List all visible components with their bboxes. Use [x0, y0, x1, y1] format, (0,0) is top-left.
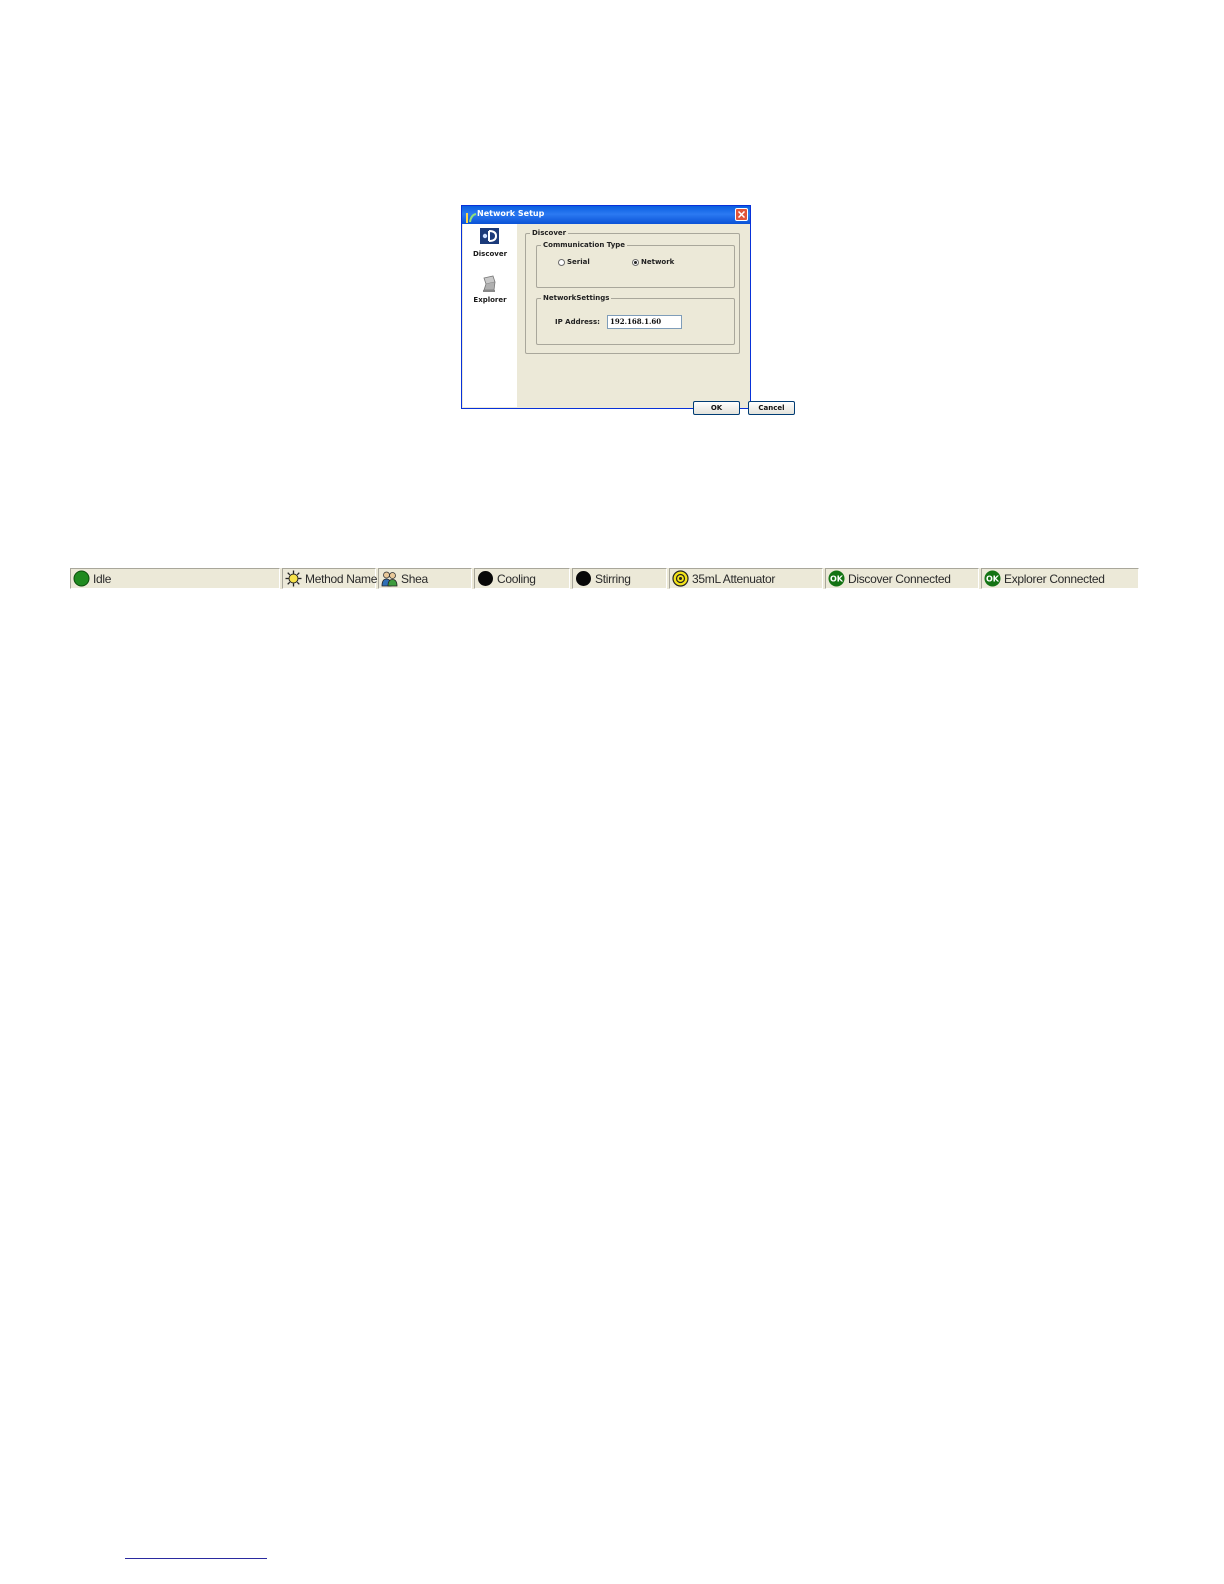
- ip-address-input[interactable]: 192.168.1.60: [607, 315, 682, 329]
- discover-group: Discover Communication Type Serial Netwo…: [525, 228, 740, 354]
- sidebar-item-explorer[interactable]: Explorer: [463, 274, 517, 308]
- communication-type-legend: Communication Type: [541, 240, 628, 250]
- green-circle-icon: [73, 570, 90, 587]
- sidebar-item-label: Discover: [472, 250, 508, 258]
- status-bar: Idle Method Name Shea Cooling Stirring 3…: [70, 568, 1139, 589]
- sun-icon: [285, 570, 302, 587]
- status-panel-discover-connected: OK Discover Connected: [825, 568, 979, 589]
- ok-icon: OK: [828, 570, 845, 587]
- discover-icon: [480, 228, 499, 244]
- status-panel-user: Shea: [378, 568, 472, 589]
- network-settings-legend: NetworkSettings: [541, 293, 612, 303]
- status-text: Method Name: [305, 572, 378, 586]
- communication-type-group: Communication Type Serial Network: [536, 240, 735, 288]
- discover-group-legend: Discover: [530, 228, 569, 238]
- black-circle-icon: [477, 570, 494, 587]
- dialog-title: Network Setup: [477, 209, 545, 218]
- sidebar-item-discover[interactable]: Discover: [463, 228, 517, 260]
- status-text: Idle: [93, 572, 112, 586]
- status-text: Stirring: [595, 572, 631, 586]
- ip-address-label: IP Address:: [555, 318, 600, 326]
- dialog-content: Discover Communication Type Serial Netwo…: [517, 224, 795, 415]
- status-text: Cooling: [497, 572, 536, 586]
- close-button[interactable]: [735, 208, 748, 221]
- status-panel-stirring: Stirring: [572, 568, 667, 589]
- dialog-titlebar[interactable]: Network Setup: [462, 206, 750, 224]
- svg-text:OK: OK: [830, 575, 844, 584]
- dialog-sidebar: Discover Explorer: [463, 224, 517, 407]
- network-radio-label[interactable]: Network: [641, 258, 674, 266]
- status-panel-cooling: Cooling: [474, 568, 570, 589]
- serial-radio[interactable]: [558, 259, 565, 266]
- sidebar-item-label: Explorer: [473, 296, 507, 304]
- explorer-icon: [480, 274, 499, 294]
- close-icon: [738, 211, 745, 218]
- network-setup-dialog: Network Setup Discover Explorer Discover…: [461, 205, 795, 415]
- status-text: Explorer Connected: [1004, 572, 1105, 586]
- footnote-rule: [125, 1558, 267, 1559]
- ok-icon: OK: [984, 570, 1001, 587]
- svg-text:OK: OK: [986, 575, 1000, 584]
- yellow-attenuator-icon: [672, 570, 689, 587]
- black-circle-icon: [575, 570, 592, 587]
- status-panel-attenuator: 35mL Attenuator: [669, 568, 823, 589]
- status-text: Discover Connected: [848, 572, 951, 586]
- network-settings-group: NetworkSettings IP Address: 192.168.1.60: [536, 293, 735, 345]
- status-text: Shea: [401, 572, 428, 586]
- status-panel-method-name: Method Name: [282, 568, 378, 589]
- serial-radio-label[interactable]: Serial: [567, 258, 590, 266]
- network-radio[interactable]: [632, 259, 639, 266]
- users-icon: [381, 570, 398, 587]
- status-text: 35mL Attenuator: [692, 572, 776, 586]
- status-panel-idle: Idle: [70, 568, 280, 589]
- cancel-button[interactable]: Cancel: [748, 401, 795, 415]
- status-panel-explorer-connected: OK Explorer Connected: [981, 568, 1139, 589]
- app-icon: [465, 209, 477, 223]
- ok-button[interactable]: OK: [693, 401, 740, 415]
